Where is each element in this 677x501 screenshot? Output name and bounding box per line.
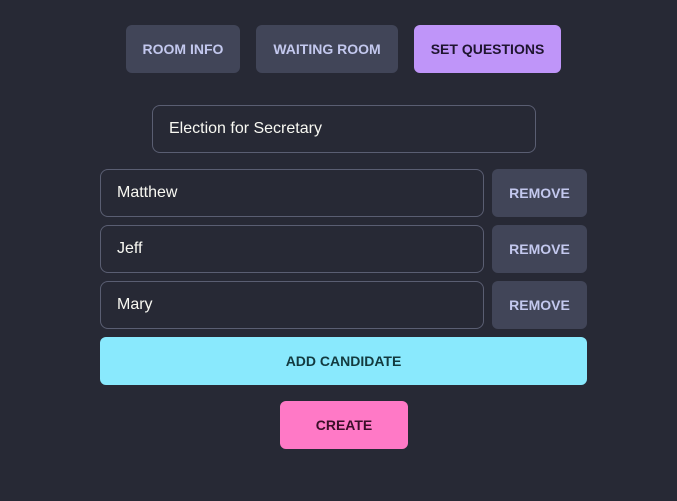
candidate-input-3[interactable]: Mary: [100, 281, 484, 329]
remove-candidate-button-3[interactable]: REMOVE: [492, 281, 587, 329]
remove-candidate-button-1[interactable]: REMOVE: [492, 169, 587, 217]
tab-room-info[interactable]: ROOM INFO: [126, 25, 240, 73]
remove-candidate-button-2[interactable]: REMOVE: [492, 225, 587, 273]
election-title-input[interactable]: Election for Secretary: [152, 105, 536, 153]
candidate-input-2[interactable]: Jeff: [100, 225, 484, 273]
create-button[interactable]: CREATE: [280, 401, 408, 449]
add-candidate-button[interactable]: ADD CANDIDATE: [100, 337, 587, 385]
tab-set-questions[interactable]: SET QUESTIONS: [414, 25, 561, 73]
tab-bar: ROOM INFO WAITING ROOM SET QUESTIONS: [126, 25, 561, 73]
candidate-input-1[interactable]: Matthew: [100, 169, 484, 217]
tab-waiting-room[interactable]: WAITING ROOM: [256, 25, 398, 73]
